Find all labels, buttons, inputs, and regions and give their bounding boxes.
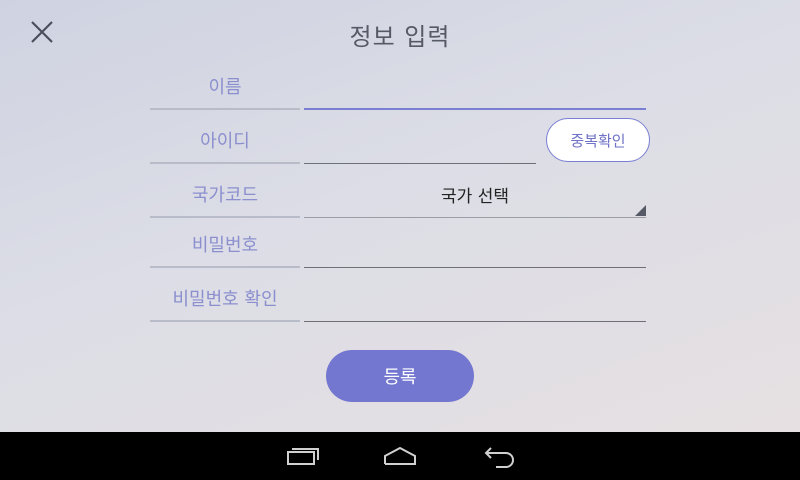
back-icon[interactable] xyxy=(478,442,518,470)
password-label: 비밀번호 xyxy=(150,222,300,268)
duplicate-check-button[interactable]: 중복확인 xyxy=(546,118,650,162)
password-row: 비밀번호 xyxy=(150,222,646,268)
id-input[interactable] xyxy=(304,118,536,163)
password-confirm-label: 비밀번호 확인 xyxy=(150,276,300,322)
name-input[interactable] xyxy=(304,64,646,108)
submit-button[interactable]: 등록 xyxy=(326,350,474,402)
country-select-value: 국가 선택 xyxy=(441,187,509,207)
recent-apps-icon[interactable] xyxy=(282,442,322,470)
name-row: 이름 xyxy=(150,64,646,110)
password-field-container xyxy=(304,222,646,268)
country-select[interactable]: 국가 선택 xyxy=(304,172,646,218)
system-navigation-bar xyxy=(0,432,800,480)
password-confirm-row: 비밀번호 확인 xyxy=(150,276,646,322)
country-row: 국가코드 국가 선택 xyxy=(150,172,646,218)
home-icon[interactable] xyxy=(380,442,420,470)
country-label: 국가코드 xyxy=(150,172,300,218)
id-row: 아이디 xyxy=(150,118,536,164)
app-screen: 정보 입력 이름 아이디 중복확인 국가코드 국가 선택 비밀번호 비밀번호 확… xyxy=(0,0,800,432)
password-input[interactable] xyxy=(304,222,646,267)
dropdown-arrow-icon xyxy=(635,205,646,216)
name-field-container xyxy=(304,64,646,110)
password-confirm-field-container xyxy=(304,276,646,322)
id-label: 아이디 xyxy=(150,118,300,164)
name-label: 이름 xyxy=(150,64,300,110)
password-confirm-input[interactable] xyxy=(304,276,646,321)
id-field-container xyxy=(304,118,536,164)
page-title: 정보 입력 xyxy=(349,23,451,51)
